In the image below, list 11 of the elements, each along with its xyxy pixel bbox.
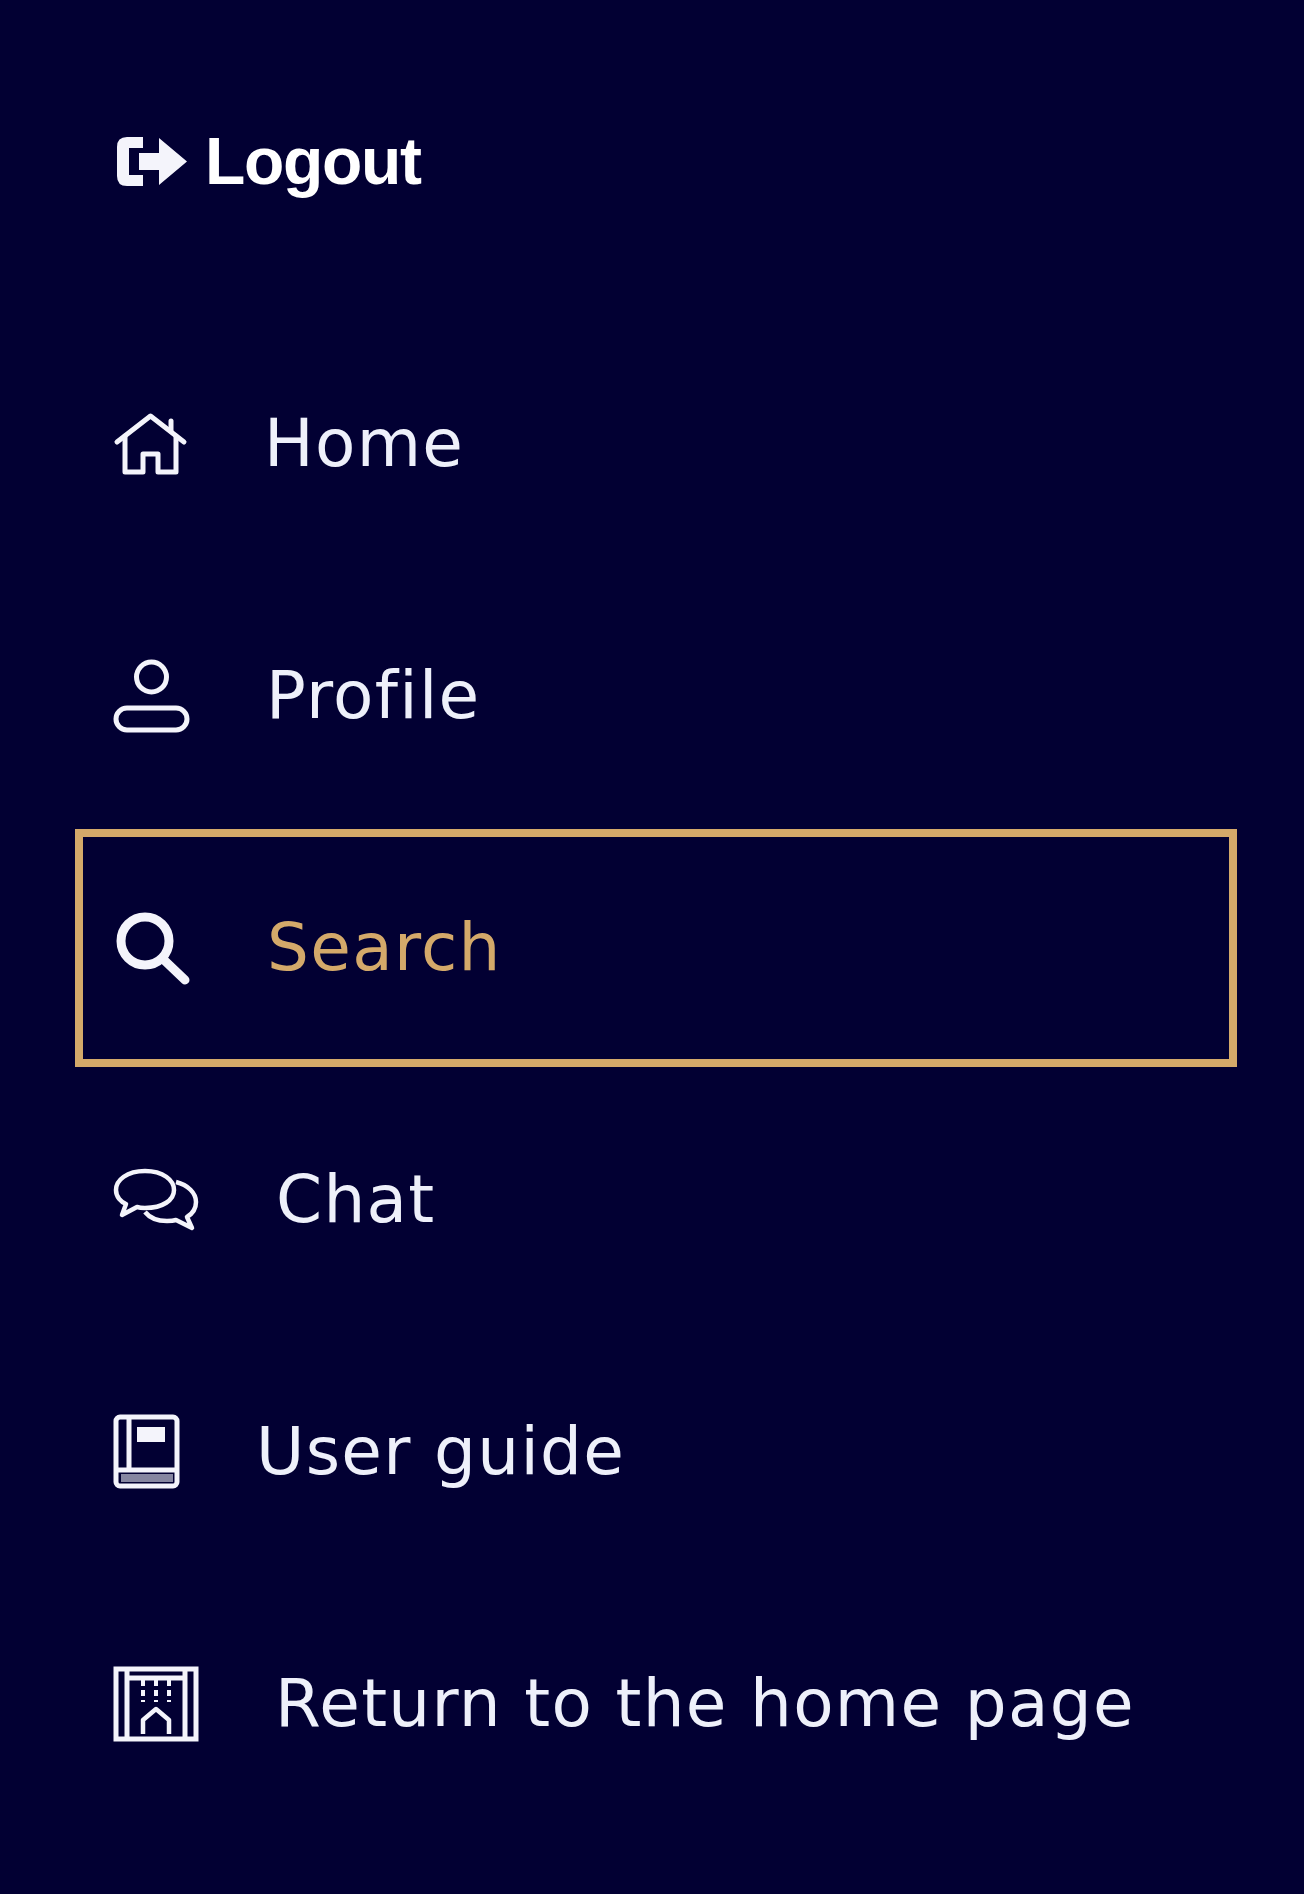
nav-item[interactable]: Profile [75,576,1237,815]
nav-item[interactable]: Search [75,828,1237,1067]
gate-icon [113,1665,199,1742]
nav-item[interactable]: Chat [75,1080,1237,1319]
chat-bubbles-icon [113,1167,200,1232]
book-icon [113,1414,180,1489]
nav-item[interactable]: Return to the home page [75,1584,1237,1823]
nav-item[interactable]: User guide [75,1332,1237,1571]
nav-item[interactable]: Home [75,324,1237,563]
home-icon [113,412,188,475]
person-icon [113,658,190,733]
